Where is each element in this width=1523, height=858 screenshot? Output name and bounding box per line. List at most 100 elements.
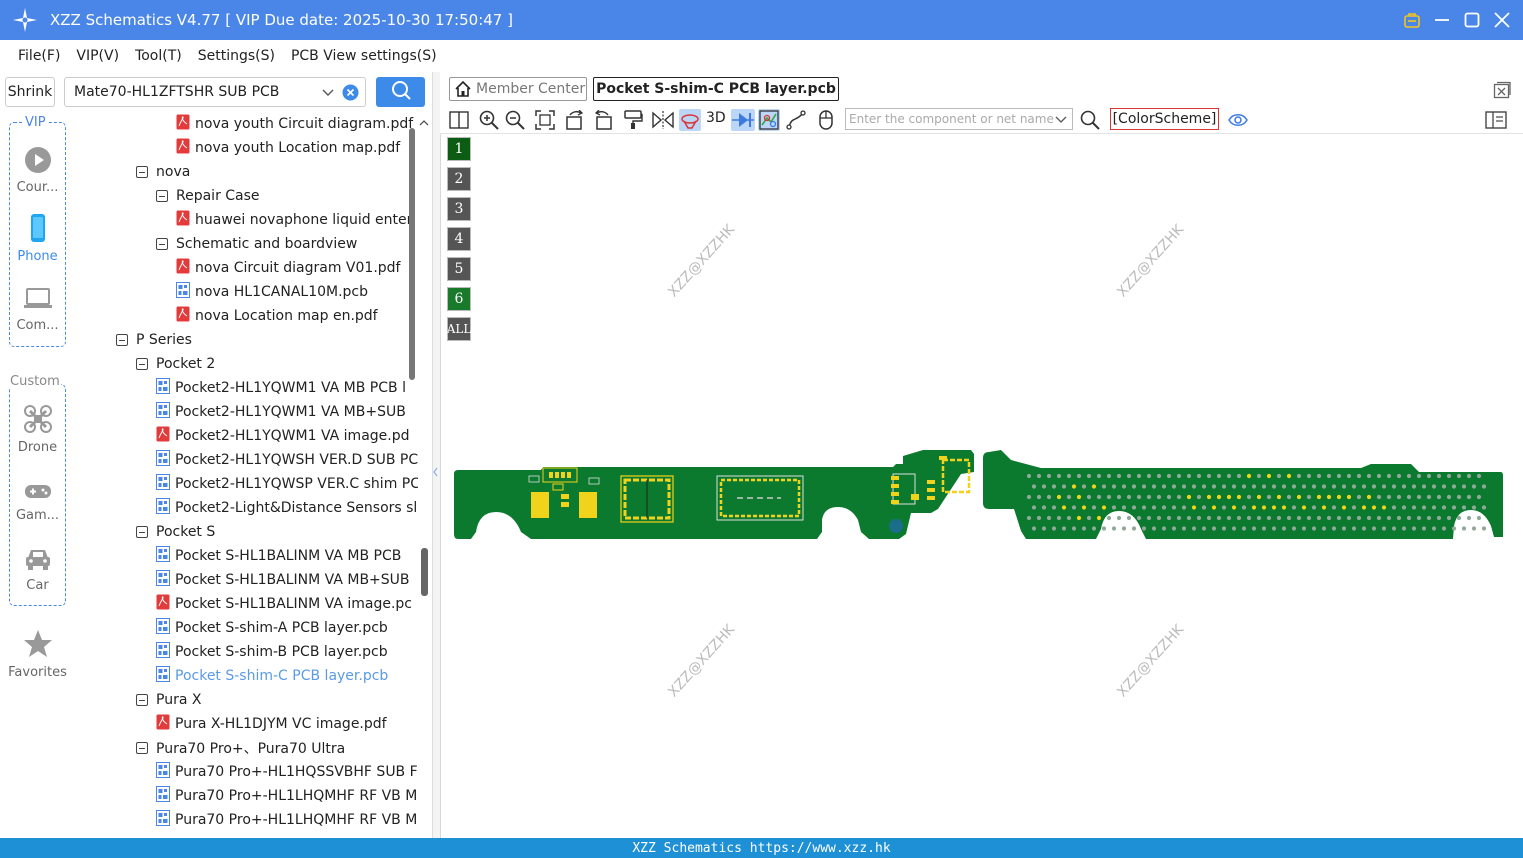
pcb-file-icon (156, 450, 170, 470)
collapse-icon[interactable] (136, 166, 148, 178)
tree-item-label: Schematic and boardview (176, 236, 358, 252)
sidebar-item-phone[interactable]: Phone (0, 213, 75, 264)
collapse-icon[interactable] (136, 742, 148, 754)
tree-folder[interactable]: nova (136, 160, 190, 184)
clear-icon[interactable] (342, 84, 359, 105)
sidebar-item-game[interactable]: Gam... (0, 480, 75, 523)
tab-active-pcb[interactable]: Pocket S-shim-C PCB layer.pcb (593, 77, 839, 101)
tree-file[interactable]: Pocket S-shim-A PCB layer.pcb (156, 616, 388, 640)
tree-folder[interactable]: P Series (116, 328, 192, 352)
collapse-icon[interactable] (156, 190, 168, 202)
scroll-up-icon[interactable] (418, 114, 430, 126)
menu-pcb-view-settings[interactable]: PCB View settings(S) (291, 48, 437, 64)
zoom-out-icon[interactable] (504, 109, 526, 131)
notification-icon[interactable] (1401, 9, 1423, 31)
tree-file[interactable]: Pocket S-HL1BALINM VA MB PCB (156, 544, 401, 568)
tree-file[interactable]: nova HL1CANAL10M.pcb (176, 280, 368, 304)
tree-folder[interactable]: Pocket 2 (136, 352, 215, 376)
sidebar-item-courses[interactable]: Cour... (0, 146, 75, 195)
zoom-in-icon[interactable] (478, 109, 500, 131)
collapse-icon[interactable] (136, 358, 148, 370)
tree-folder[interactable]: Pura X (136, 688, 201, 712)
tree-folder[interactable]: Schematic and boardview (156, 232, 357, 256)
tree-file[interactable]: Pocket2-HL1YQWSP VER.C shim PC (156, 472, 418, 496)
tree-folder[interactable]: Pocket S (136, 520, 215, 544)
close-all-tabs-icon[interactable] (1493, 81, 1511, 103)
tree-file[interactable]: nova youth Circuit diagram.pdf (176, 112, 413, 136)
tree-file[interactable]: Pura70 Pro+-HL1LHQMHF RF VB M (156, 784, 417, 808)
tree-item-label: Pura70 Pro+-HL1LHQMHF RF VB M (175, 788, 418, 804)
tree-scrollbar[interactable] (418, 112, 432, 838)
collapse-icon[interactable] (156, 238, 168, 250)
tab-member-center[interactable]: Member Center (449, 77, 587, 101)
sidebar-item-favorites[interactable]: Favorites (0, 629, 75, 680)
measure-icon[interactable] (785, 109, 807, 131)
search-button[interactable] (376, 77, 425, 107)
side-panel-toggle-icon[interactable] (1485, 109, 1507, 131)
minimize-icon[interactable] (1431, 9, 1453, 31)
tree-file[interactable]: Pura X-HL1DJYM VC image.pdf (156, 712, 387, 736)
tree-file[interactable]: nova youth Location map.pdf (176, 136, 400, 160)
close-icon[interactable] (1491, 9, 1513, 31)
sidebar-item-car[interactable]: Car (0, 546, 75, 593)
collapse-icon[interactable] (136, 526, 148, 538)
pcb-select[interactable]: Mate70-HL1ZFTSHR SUB PCB (64, 77, 366, 107)
mouse-mode-icon[interactable] (815, 109, 837, 131)
pin-mode-icon[interactable] (731, 109, 755, 131)
tree-file[interactable]: Pocket2-HL1YQWSH VER.D SUB PC (156, 448, 418, 472)
3d-view-button[interactable]: 3D (706, 110, 726, 126)
mirror-icon[interactable] (652, 109, 674, 131)
maximize-icon[interactable] (1461, 9, 1483, 31)
tree-folder[interactable]: Pura70 Pro+、Pura70 Ultra (136, 736, 345, 760)
sidebar-item-drone[interactable]: Drone (0, 404, 75, 455)
tree-file[interactable]: nova Location map en.pdf (176, 304, 378, 328)
tree-file[interactable]: Pocket S-shim-B PCB layer.pcb (156, 640, 388, 664)
component-search-input[interactable]: Enter the component or net name (845, 108, 1073, 130)
tree-file[interactable]: huawei novaphone liquid enter (176, 208, 412, 232)
status-bar: XZZ Schematics https://www.xzz.hk (0, 838, 1523, 858)
tree-panel-scroll-thumb[interactable] (421, 548, 428, 596)
rotate-right-icon[interactable] (592, 109, 614, 131)
split-view-icon[interactable] (448, 109, 470, 131)
menu-file[interactable]: File(F) (18, 48, 60, 64)
pcb-canvas[interactable]: 1 2 3 4 5 6 ALL XZZ@XZZHK XZZ@XZZHK XZZ@XZZHK … (440, 134, 1523, 838)
menu-tool[interactable]: Tool(T) (135, 48, 182, 64)
menu-settings[interactable]: Settings(S) (198, 48, 275, 64)
color-scheme-button[interactable]: [ColorScheme] (1110, 108, 1219, 130)
tree-file[interactable]: Pocket S-HL1BALINM VA image.pc (156, 592, 412, 616)
chevron-down-icon[interactable] (1054, 113, 1068, 130)
tree-file[interactable]: Pura70 Pro+-HL1LHQMHF RF VB M (156, 808, 417, 832)
tree-item-label: Pura X (156, 692, 202, 708)
tree-file[interactable]: Pocket S-HL1BALINM VA MB+SUB (156, 568, 410, 592)
tree-item-label: nova Location map en.pdf (195, 308, 378, 324)
tree-file[interactable]: nova Circuit diagram V01.pdf (176, 256, 400, 280)
tree-item-label: Pocket S (156, 524, 216, 540)
tree-item-label: Pura70 Pro+-HL1HQSSVBHF SUB F (175, 764, 418, 780)
collapse-icon[interactable] (116, 334, 128, 346)
tree-item-label: Pocket 2 (156, 356, 216, 372)
fit-view-icon[interactable] (534, 109, 556, 131)
shrink-button[interactable]: Shrink (5, 77, 55, 107)
chevron-down-icon[interactable] (321, 85, 335, 103)
rotate-left-icon[interactable] (564, 109, 586, 131)
tree-file[interactable]: Pocket2-Light&Distance Sensors sl (156, 496, 417, 520)
pcb-file-icon (156, 546, 170, 566)
format-painter-icon[interactable] (622, 109, 644, 131)
net-trace-icon[interactable] (758, 109, 780, 131)
visibility-eye-icon[interactable] (1227, 109, 1249, 131)
collapse-icon[interactable] (136, 694, 148, 706)
collapse-arrow-icon[interactable] (432, 452, 440, 492)
tree-file[interactable]: Pocket2-HL1YQWM1 VA MB+SUB (156, 400, 406, 424)
tree-file[interactable]: Pura70 Pro+-HL1HQSSVBHF SUB F (156, 760, 418, 784)
highlight-net-icon[interactable] (679, 109, 701, 131)
tree-file[interactable]: Pocket S-shim-C PCB layer.pcb (156, 664, 388, 688)
component-search-icon[interactable] (1079, 109, 1101, 131)
tree-scroll-thumb[interactable] (409, 128, 415, 380)
tree-file[interactable]: Pocket2-HL1YQWM1 VA MB PCB l (156, 376, 406, 400)
pcb-board-view[interactable] (441, 134, 1523, 838)
tree-file[interactable]: Pocket2-HL1YQWM1 VA image.pd (156, 424, 410, 448)
sidebar-item-computer[interactable]: Com... (0, 286, 75, 333)
menu-vip[interactable]: VIP(V) (76, 48, 119, 64)
tree-folder[interactable]: Repair Case (156, 184, 260, 208)
panel-splitter[interactable] (432, 72, 440, 838)
